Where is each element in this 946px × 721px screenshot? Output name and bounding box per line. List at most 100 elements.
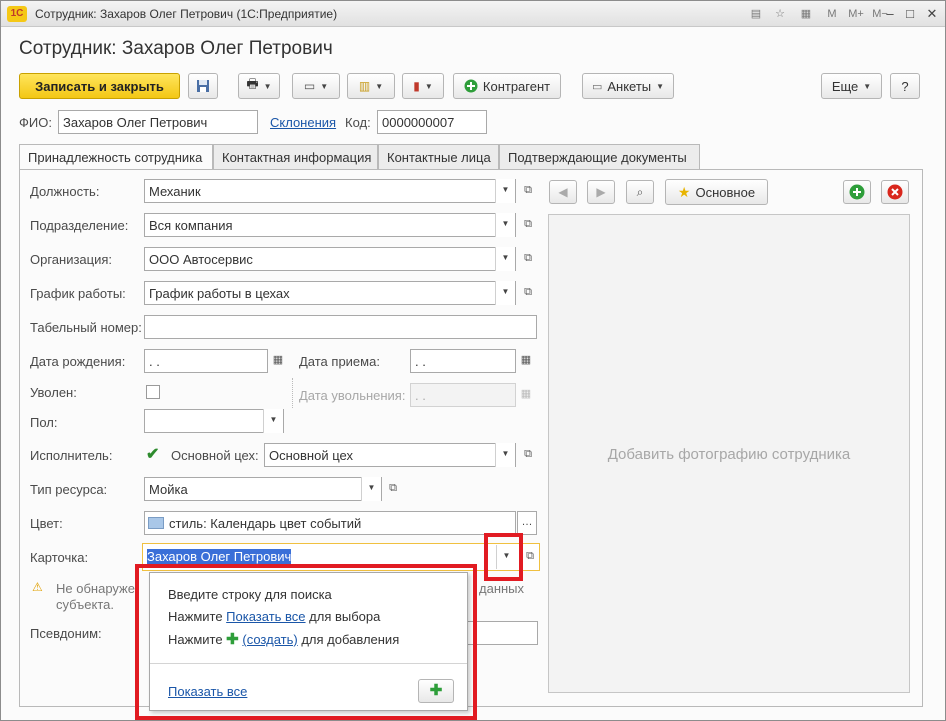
chevron-down-icon: ▼ bbox=[424, 81, 433, 91]
resource-type-open-icon[interactable]: ⧉ bbox=[384, 477, 402, 501]
check-icon: ✔ bbox=[146, 446, 160, 463]
declensions-link[interactable]: Склонения bbox=[270, 115, 336, 130]
reports-button[interactable]: ▮ ▼ bbox=[402, 73, 444, 99]
previous-photo-button[interactable]: ◀ bbox=[549, 180, 577, 204]
chevron-down-icon: ▼ bbox=[375, 81, 384, 91]
add-photo-button[interactable] bbox=[843, 180, 871, 204]
view-photo-button[interactable]: ⌕ bbox=[626, 180, 654, 204]
create-based-on-button[interactable]: ▭ ▼ bbox=[292, 73, 340, 99]
chevron-down-icon: ▼ bbox=[263, 81, 272, 91]
main-shop-field[interactable]: Основной цех bbox=[264, 443, 516, 467]
favorite-icon[interactable]: ☆ bbox=[771, 5, 789, 23]
fired-label: Уволен: bbox=[30, 385, 77, 400]
title-bar: 1С Сотрудник: Захаров Олег Петрович (1С:… bbox=[1, 1, 945, 27]
chevron-down-icon: ▼ bbox=[656, 81, 665, 91]
gender-dropdown-button[interactable]: ▼ bbox=[263, 409, 283, 433]
schedule-field[interactable]: График работы в цехах bbox=[144, 281, 516, 305]
main-photo-button-label: Основное bbox=[695, 184, 756, 200]
profiles-button[interactable]: ▭ Анкеты ▼ bbox=[582, 73, 674, 99]
position-label: Должность: bbox=[30, 184, 100, 199]
save-and-close-button[interactable]: Записать и закрыть bbox=[19, 73, 180, 99]
memory-m-button[interactable]: M bbox=[823, 5, 841, 23]
main-shop-open-icon[interactable]: ⧉ bbox=[519, 443, 537, 467]
position-dropdown-button[interactable]: ▼ bbox=[495, 179, 515, 203]
schedule-open-icon[interactable]: ⧉ bbox=[519, 281, 537, 305]
main-shop-dropdown-button[interactable]: ▼ bbox=[495, 443, 515, 467]
search-icon: ⌕ bbox=[636, 185, 644, 199]
maximize-button[interactable]: □ bbox=[899, 5, 921, 23]
document-icon[interactable]: ▤ bbox=[747, 5, 765, 23]
fired-checkbox[interactable] bbox=[146, 385, 160, 399]
id-card-icon: ▭ bbox=[591, 80, 603, 93]
alias-label: Псевдоним: bbox=[30, 626, 102, 641]
dismissal-date-label: Дата увольнения: bbox=[299, 388, 406, 403]
highlight-dropdown-button bbox=[484, 533, 523, 581]
print-button[interactable]: 🖶 ▼ bbox=[238, 73, 280, 99]
position-field[interactable]: Механик bbox=[144, 179, 516, 203]
next-photo-button[interactable]: ▶ bbox=[587, 180, 615, 204]
hire-date-calendar-icon[interactable]: ▦ bbox=[517, 349, 535, 373]
organization-field[interactable]: ООО Автосервис bbox=[144, 247, 516, 271]
position-open-icon[interactable]: ⧉ bbox=[519, 179, 537, 203]
document-arrow-icon: ▭ bbox=[303, 79, 316, 93]
arrow-right-icon: ▶ bbox=[596, 185, 606, 199]
birth-date-label: Дата рождения: bbox=[30, 354, 126, 369]
tab-employee-affiliation[interactable]: Принадлежность сотрудника bbox=[19, 144, 213, 172]
resource-type-field[interactable]: Мойка bbox=[144, 477, 382, 501]
close-icon bbox=[887, 184, 903, 200]
more-button[interactable]: Еще ▼ bbox=[821, 73, 882, 99]
schedule-dropdown-button[interactable]: ▼ bbox=[495, 281, 515, 305]
tab-number-field[interactable] bbox=[144, 315, 537, 339]
alias-field[interactable] bbox=[467, 621, 538, 645]
photo-placeholder: Добавить фотографию сотрудника bbox=[607, 446, 851, 463]
schedule-label: График работы: bbox=[30, 286, 126, 301]
minimize-button[interactable]: – bbox=[879, 5, 901, 23]
birth-date-calendar-icon[interactable]: ▦ bbox=[269, 349, 287, 373]
tab-supporting-documents[interactable]: Подтверждающие документы bbox=[499, 144, 700, 170]
main-photo-button[interactable]: ★ Основное bbox=[665, 179, 768, 205]
photo-area[interactable]: Добавить фотографию сотрудника bbox=[548, 214, 910, 693]
warning-text-subject: субъекта. bbox=[56, 597, 114, 612]
color-field[interactable]: стиль: Календарь цвет событий bbox=[144, 511, 516, 535]
organization-dropdown-button[interactable]: ▼ bbox=[495, 247, 515, 271]
hire-date-field[interactable]: . . bbox=[410, 349, 516, 373]
performer-checkbox[interactable]: ✔ bbox=[146, 446, 160, 463]
color-swatch bbox=[148, 517, 164, 529]
calendar-icon[interactable]: ▦ bbox=[797, 5, 815, 23]
close-window-button[interactable]: ✕ bbox=[921, 5, 943, 23]
code-label: Код: bbox=[345, 115, 371, 130]
report-chart-icon: ▮ bbox=[413, 79, 420, 93]
save-icon bbox=[197, 80, 209, 92]
performer-label: Исполнитель: bbox=[30, 448, 113, 463]
warning-text-end: данных bbox=[479, 581, 525, 596]
code-field[interactable]: 0000000007 bbox=[377, 110, 487, 134]
tab-contact-persons[interactable]: Контактные лица bbox=[378, 144, 499, 170]
birth-date-field[interactable]: . . bbox=[144, 349, 268, 373]
department-dropdown-button[interactable]: ▼ bbox=[495, 213, 515, 237]
delete-photo-button[interactable] bbox=[881, 180, 909, 204]
documents-icon: ▥ bbox=[358, 79, 371, 93]
star-icon: ★ bbox=[677, 183, 691, 200]
memory-plus-button[interactable]: M+ bbox=[845, 5, 867, 23]
card-open-icon[interactable]: ⧉ bbox=[521, 545, 539, 569]
related-documents-button[interactable]: ▥ ▼ bbox=[347, 73, 395, 99]
fio-field[interactable]: Захаров Олег Петрович bbox=[58, 110, 258, 134]
color-select-button[interactable]: … bbox=[517, 511, 537, 535]
tab-contact-info[interactable]: Контактная информация bbox=[213, 144, 378, 170]
department-open-icon[interactable]: ⧉ bbox=[519, 213, 537, 237]
plus-icon bbox=[849, 184, 865, 200]
divider bbox=[292, 378, 293, 408]
department-field[interactable]: Вся компания bbox=[144, 213, 516, 237]
department-label: Подразделение: bbox=[30, 218, 129, 233]
counterparty-button[interactable]: Контрагент bbox=[453, 73, 561, 99]
organization-open-icon[interactable]: ⧉ bbox=[519, 247, 537, 271]
counterparty-button-label: Контрагент bbox=[482, 78, 551, 94]
help-button[interactable]: ? bbox=[890, 73, 920, 99]
save-button[interactable] bbox=[188, 73, 218, 99]
arrow-left-icon: ◀ bbox=[558, 185, 568, 199]
chevron-down-icon: ▼ bbox=[320, 81, 329, 91]
resource-type-label: Тип ресурса: bbox=[30, 482, 108, 497]
resource-type-dropdown-button[interactable]: ▼ bbox=[361, 477, 381, 501]
chevron-down-icon: ▼ bbox=[863, 81, 872, 91]
profiles-button-label: Анкеты bbox=[607, 78, 652, 94]
